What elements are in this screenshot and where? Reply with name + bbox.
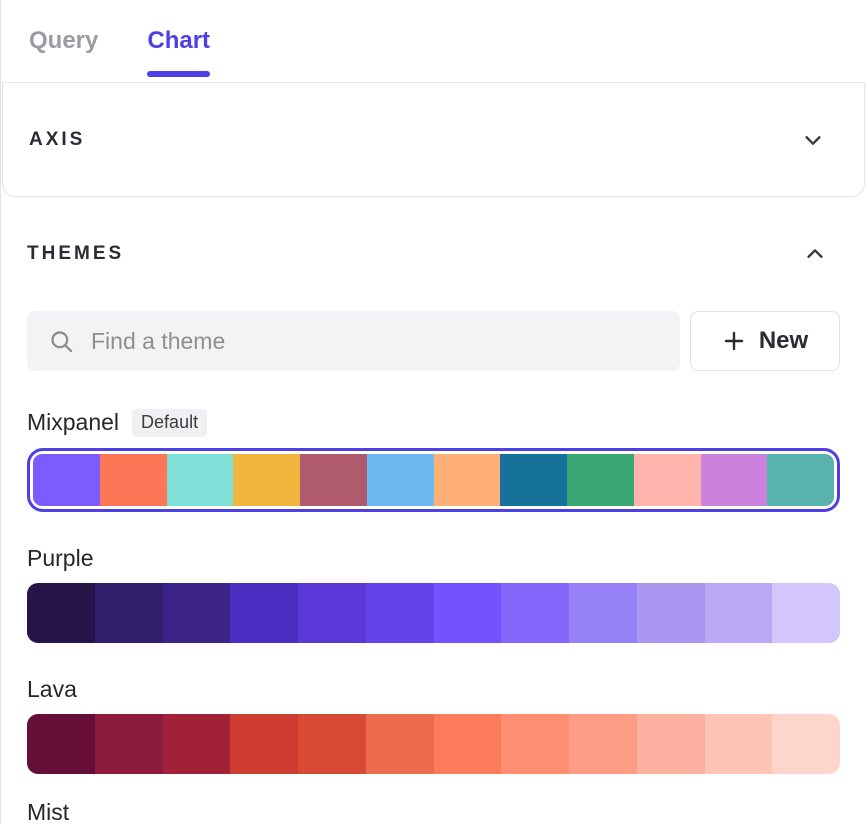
theme-label-row: Lava	[27, 676, 840, 703]
axis-section-header[interactable]: AXIS	[29, 129, 838, 151]
swatch-12	[772, 583, 840, 643]
new-theme-button[interactable]: New	[690, 311, 840, 371]
chevron-up-icon[interactable]	[804, 243, 826, 265]
swatch-10	[637, 583, 705, 643]
theme-name: Lava	[27, 676, 77, 703]
chart-settings-panel: Query Chart AXIS THEMES	[0, 0, 866, 824]
theme-name: Purple	[27, 545, 93, 572]
swatch-11	[705, 714, 773, 774]
swatch-7	[434, 454, 501, 506]
themes-section-title: THEMES	[27, 243, 124, 265]
theme-item-mixpanel: Mixpanel Default	[27, 409, 840, 512]
default-badge: Default	[132, 409, 207, 437]
theme-label-row: Purple	[27, 545, 840, 572]
theme-item-lava: Lava	[27, 676, 840, 774]
swatch-8	[500, 454, 567, 506]
swatch-11	[701, 454, 768, 506]
theme-name: Mixpanel	[27, 409, 119, 436]
swatch-6	[366, 583, 434, 643]
tab-bar: Query Chart	[1, 0, 866, 83]
search-input[interactable]	[27, 311, 680, 371]
swatch-7	[434, 583, 502, 643]
theme-label-row: Mixpanel Default	[27, 409, 840, 437]
theme-swatch-row[interactable]	[27, 714, 840, 774]
swatch-4	[230, 583, 298, 643]
chevron-down-icon[interactable]	[802, 129, 824, 151]
theme-swatch-row[interactable]	[33, 454, 834, 506]
swatch-10	[637, 714, 705, 774]
swatch-12	[767, 454, 834, 506]
swatch-9	[567, 454, 634, 506]
plus-icon	[722, 329, 746, 353]
swatch-1	[27, 714, 95, 774]
tab-query[interactable]: Query	[29, 0, 98, 82]
theme-list: Mixpanel Default Purple Lava Mist	[27, 409, 840, 824]
swatch-8	[501, 714, 569, 774]
swatch-3	[163, 714, 231, 774]
swatch-5	[300, 454, 367, 506]
theme-item-mist: Mist	[27, 799, 840, 824]
swatch-4	[230, 714, 298, 774]
swatch-6	[367, 454, 434, 506]
themes-section: THEMES New Mixpanel Default Purple Lava Mist	[1, 197, 866, 824]
swatch-9	[569, 714, 637, 774]
swatch-3	[163, 583, 231, 643]
swatch-1	[27, 583, 95, 643]
swatch-1	[33, 454, 100, 506]
theme-item-purple: Purple	[27, 545, 840, 643]
swatch-12	[772, 714, 840, 774]
swatch-6	[366, 714, 434, 774]
axis-section-title: AXIS	[29, 129, 85, 151]
swatch-2	[100, 454, 167, 506]
selected-theme-ring[interactable]	[27, 448, 840, 512]
swatch-2	[95, 583, 163, 643]
swatch-2	[95, 714, 163, 774]
swatch-7	[434, 714, 502, 774]
theme-swatch-row[interactable]	[27, 583, 840, 643]
axis-section[interactable]: AXIS	[2, 83, 865, 197]
theme-toolbar: New	[27, 311, 840, 371]
swatch-11	[705, 583, 773, 643]
theme-name: Mist	[27, 799, 69, 824]
swatch-3	[167, 454, 234, 506]
tab-chart[interactable]: Chart	[147, 0, 210, 82]
new-button-label: New	[759, 327, 808, 355]
swatch-10	[634, 454, 701, 506]
swatch-9	[569, 583, 637, 643]
theme-label-row: Mist	[27, 799, 840, 824]
swatch-8	[501, 583, 569, 643]
swatch-5	[298, 583, 366, 643]
swatch-5	[298, 714, 366, 774]
themes-section-header[interactable]: THEMES	[27, 243, 840, 265]
swatch-4	[233, 454, 300, 506]
theme-search-box	[27, 311, 680, 371]
